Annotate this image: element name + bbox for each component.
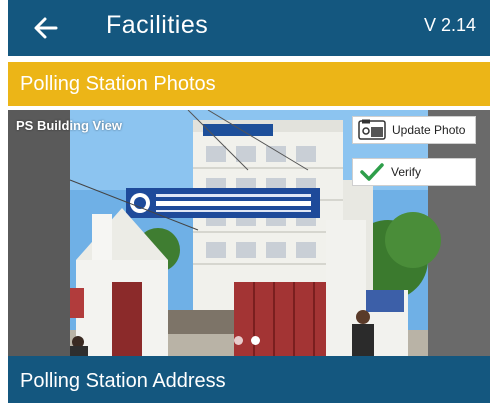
section-title-address: Polling Station Address bbox=[20, 370, 226, 392]
update-photo-button[interactable]: Update Photo bbox=[352, 116, 476, 144]
photo-caption: PS Building View bbox=[16, 118, 122, 133]
update-photo-label: Update Photo bbox=[392, 123, 466, 137]
app-screen: Facilities V 2.14 Polling Station Photos bbox=[8, 0, 490, 403]
carousel-dot-1[interactable] bbox=[234, 336, 243, 345]
carousel-dot-2[interactable] bbox=[251, 336, 260, 345]
app-bar: Facilities V 2.14 bbox=[8, 0, 490, 56]
check-icon bbox=[360, 163, 384, 181]
camera-gallery-icon bbox=[358, 119, 386, 140]
carousel-indicator bbox=[234, 336, 260, 345]
section-title-photos: Polling Station Photos bbox=[20, 73, 216, 95]
section-header-photos: Polling Station Photos bbox=[8, 62, 490, 106]
version-label: V 2.14 bbox=[423, 15, 476, 35]
back-button[interactable] bbox=[28, 10, 64, 46]
arrow-left-icon bbox=[34, 17, 58, 39]
page-title: Facilities bbox=[106, 11, 209, 39]
verify-button[interactable]: Verify bbox=[352, 158, 476, 186]
photo-carousel[interactable]: PS Building View bbox=[8, 110, 490, 356]
polling-station-photo bbox=[8, 110, 490, 356]
section-header-address[interactable]: Polling Station Address bbox=[8, 356, 490, 403]
verify-label: Verify bbox=[391, 165, 422, 179]
